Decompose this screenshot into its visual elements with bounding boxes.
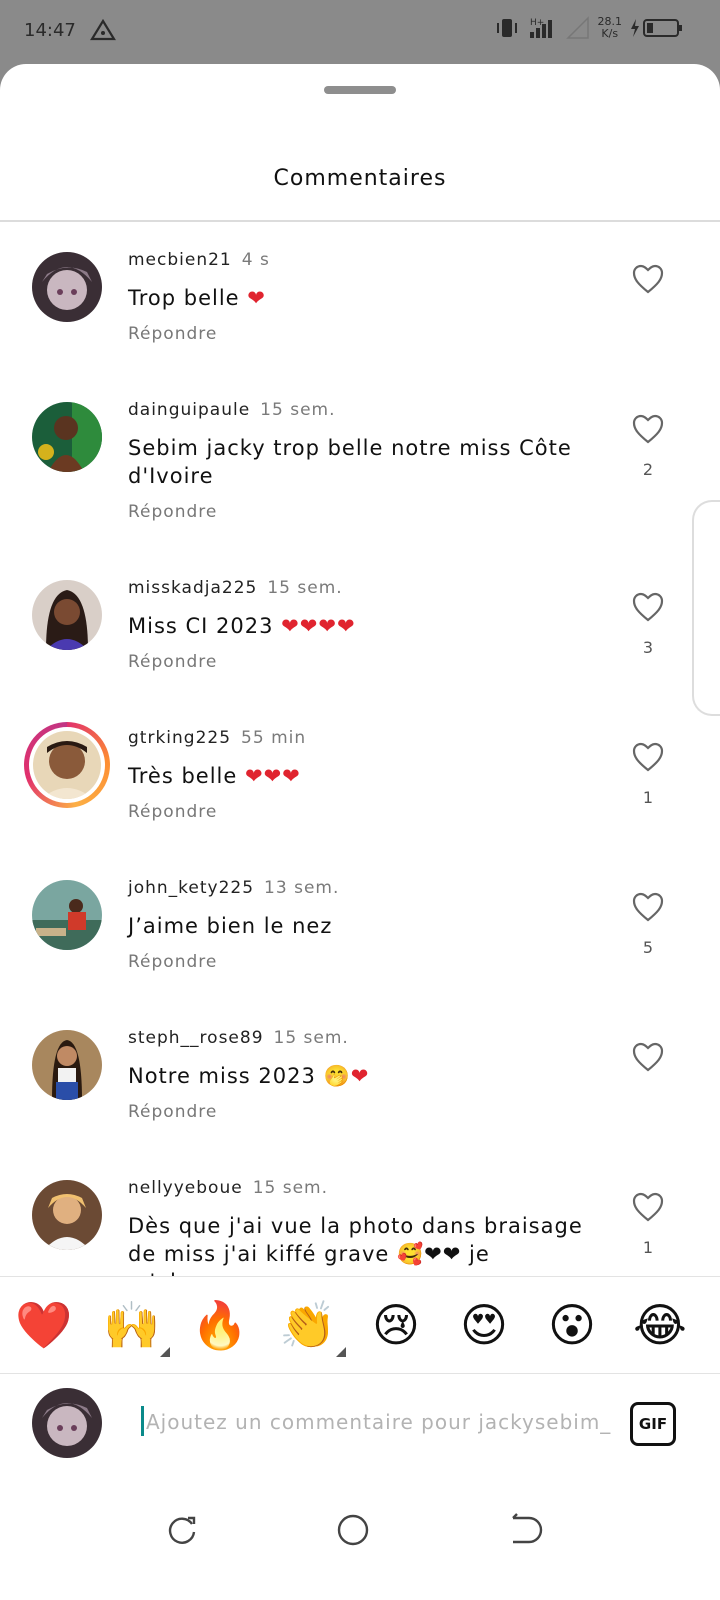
like-count: 1 bbox=[642, 788, 654, 807]
timestamp: 4 s bbox=[241, 250, 270, 270]
comment-text: Notre miss 2023 🤭❤ bbox=[128, 1064, 370, 1088]
heart-emoji: ❤ bbox=[350, 1064, 370, 1088]
emoji-heart-button[interactable]: ❤️ bbox=[14, 1297, 74, 1353]
comment-list[interactable]: mecbien21 4 s Trop belle ❤ Répondre daing… bbox=[0, 224, 720, 1276]
signal-empty-icon bbox=[565, 16, 589, 39]
heart-emoji: ❤❤❤❤ bbox=[281, 614, 356, 638]
comments-sheet: Commentaires mecbien21 4 s Trop belle ❤ R… bbox=[0, 64, 720, 1600]
timestamp: 15 sem. bbox=[273, 1028, 349, 1048]
comment-composer: GIF bbox=[0, 1374, 720, 1474]
username[interactable]: misskadja225 bbox=[128, 578, 257, 598]
like-heart-icon[interactable] bbox=[632, 1042, 664, 1072]
recent-apps-icon[interactable] bbox=[162, 1510, 202, 1550]
username[interactable]: steph__rose89 bbox=[128, 1028, 264, 1048]
comment-text: J’aime bien le nez bbox=[128, 914, 333, 938]
comment-text: Très belle ❤❤❤ bbox=[128, 764, 301, 788]
comment-meta: steph__rose89 15 sem. bbox=[128, 1028, 349, 1048]
username[interactable]: nellyyeboue bbox=[128, 1178, 243, 1198]
comment-text: Miss CI 2023 ❤❤❤❤ bbox=[128, 614, 356, 638]
comment-meta: nellyyeboue 15 sem. bbox=[128, 1178, 328, 1198]
timestamp: 55 min bbox=[241, 728, 307, 748]
sheet-title: Commentaires bbox=[273, 166, 447, 191]
battery-charging-icon bbox=[631, 19, 682, 37]
username[interactable]: mecbien21 bbox=[128, 250, 232, 270]
like-heart-icon[interactable] bbox=[632, 264, 664, 294]
reply-button[interactable]: Répondre bbox=[128, 952, 217, 972]
comment-item: mecbien21 4 s Trop belle ❤ Répondre bbox=[0, 224, 720, 374]
text-cursor bbox=[141, 1406, 144, 1436]
comment-meta: john_kety225 13 sem. bbox=[128, 878, 339, 898]
comment-text: Trop belle ❤ bbox=[128, 286, 266, 310]
alert-icon bbox=[90, 18, 116, 41]
system-nav-bar bbox=[0, 1474, 720, 1600]
like-heart-icon[interactable] bbox=[632, 592, 664, 622]
emoji-quick-bar: ❤️ 🙌 🔥 👏 😢 😍 😮 😂 bbox=[0, 1276, 720, 1374]
avatar[interactable] bbox=[32, 252, 102, 322]
username[interactable]: john_kety225 bbox=[128, 878, 254, 898]
comment-meta: dainguipaule 15 sem. bbox=[128, 400, 336, 420]
gif-button[interactable]: GIF bbox=[630, 1402, 676, 1446]
emoji-raising-hands-button[interactable]: 🙌 bbox=[102, 1297, 170, 1357]
avatar[interactable] bbox=[32, 1030, 102, 1100]
reply-button[interactable]: Répondre bbox=[128, 802, 217, 822]
like-count: 1 bbox=[642, 1238, 654, 1257]
emoji-laughing-button[interactable]: 😂 bbox=[630, 1297, 690, 1353]
comment-item: steph__rose89 15 sem. Notre miss 2023 🤭❤ … bbox=[0, 1002, 720, 1152]
status-bar: 14:47 H+ 28.1 K/s bbox=[0, 0, 720, 64]
timestamp: 15 sem. bbox=[252, 1178, 329, 1198]
reply-button[interactable]: Répondre bbox=[128, 502, 217, 522]
side-edge-handle[interactable] bbox=[692, 500, 720, 716]
divider bbox=[0, 220, 720, 222]
like-heart-icon[interactable] bbox=[632, 1192, 664, 1222]
my-avatar bbox=[32, 1388, 102, 1458]
emoji-surprised-button[interactable]: 😮 bbox=[542, 1297, 602, 1353]
emoji-fire-button[interactable]: 🔥 bbox=[190, 1297, 250, 1353]
comment-text: Dès que j'ai vue la photo dans braisage … bbox=[128, 1214, 583, 1276]
reply-button[interactable]: Répondre bbox=[128, 652, 217, 672]
like-heart-icon[interactable] bbox=[632, 414, 664, 444]
like-heart-icon[interactable] bbox=[632, 892, 664, 922]
clock: 14:47 bbox=[24, 20, 76, 41]
username[interactable]: dainguipaule bbox=[128, 400, 250, 420]
like-count: 3 bbox=[642, 638, 654, 657]
avatar[interactable] bbox=[32, 1180, 102, 1250]
back-icon[interactable] bbox=[503, 1510, 543, 1550]
comment-meta: gtrking225 55 min bbox=[128, 728, 306, 748]
heart-emoji: ❤ bbox=[247, 286, 266, 310]
username[interactable]: gtrking225 bbox=[128, 728, 231, 748]
timestamp: 15 sem. bbox=[267, 578, 343, 598]
like-count: 5 bbox=[642, 938, 654, 957]
like-count: 2 bbox=[642, 460, 654, 479]
comment-meta: misskadja225 15 sem. bbox=[128, 578, 343, 598]
status-icons: H+ 28.1 K/s bbox=[494, 16, 685, 40]
timestamp: 15 sem. bbox=[260, 400, 336, 420]
comment-item: misskadja225 15 sem. Miss CI 2023 ❤❤❤❤ Ré… bbox=[0, 552, 720, 702]
avatar[interactable] bbox=[32, 580, 102, 650]
emoji-clap-button[interactable]: 👏 bbox=[278, 1297, 346, 1357]
comment-item: john_kety225 13 sem. J’aime bien le nez R… bbox=[0, 852, 720, 1002]
home-icon[interactable] bbox=[333, 1510, 373, 1550]
reply-button[interactable]: Répondre bbox=[128, 324, 217, 344]
comment-item: nellyyeboue 15 sem. Dès que j'ai vue la p… bbox=[0, 1152, 720, 1276]
avatar[interactable] bbox=[32, 880, 102, 950]
comment-input[interactable] bbox=[146, 1404, 616, 1440]
comment-meta: mecbien21 4 s bbox=[128, 250, 270, 270]
reply-button[interactable]: Répondre bbox=[128, 1102, 217, 1122]
avatar-story-ring[interactable] bbox=[24, 722, 110, 808]
comment-item: gtrking225 55 min Très belle ❤❤❤ Répondre… bbox=[0, 702, 720, 852]
signal-icon: H+ bbox=[529, 18, 552, 38]
comment-text: Sebim jacky trop belle notre miss Côte d… bbox=[128, 436, 572, 488]
timestamp: 13 sem. bbox=[264, 878, 340, 898]
avatar[interactable] bbox=[32, 402, 102, 472]
network-speed: 28.1 K/s bbox=[597, 15, 623, 40]
comment-item: dainguipaule 15 sem. Sebim jacky trop bel… bbox=[0, 374, 720, 552]
emoji-crying-button[interactable]: 😢 bbox=[366, 1297, 426, 1353]
like-heart-icon[interactable] bbox=[632, 742, 664, 772]
vibrate-icon bbox=[496, 19, 517, 37]
emoji-heart-eyes-button[interactable]: 😍 bbox=[454, 1297, 514, 1353]
drag-handle[interactable] bbox=[324, 86, 396, 94]
heart-emoji: ❤❤❤ bbox=[244, 764, 301, 788]
